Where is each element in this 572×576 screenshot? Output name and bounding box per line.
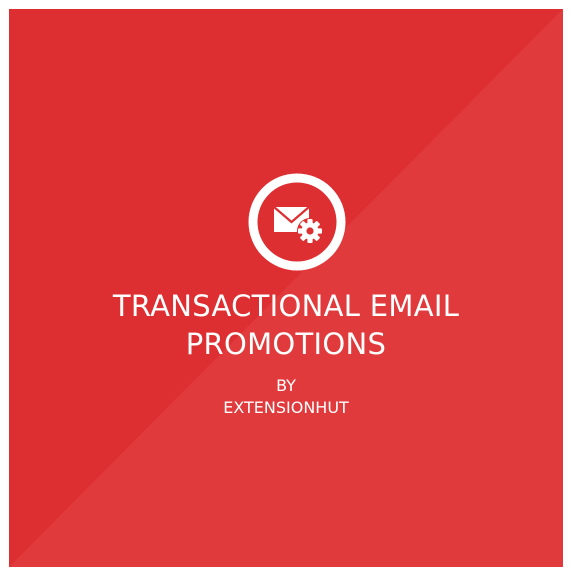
banner-title: TRANSACTIONAL EMAIL PROMOTIONS <box>9 287 563 363</box>
product-banner: TRANSACTIONAL EMAIL PROMOTIONS BY EXTENS… <box>9 9 563 567</box>
banner-title-line2: PROMOTIONS <box>185 327 387 361</box>
banner-title-line1: TRANSACTIONAL EMAIL <box>112 289 460 323</box>
byline-vendor: EXTENSIONHUT <box>223 398 349 417</box>
byline-by: BY <box>276 376 296 395</box>
banner-byline: BY EXTENSIONHUT <box>9 375 563 419</box>
envelope-gear-icon <box>247 172 347 272</box>
